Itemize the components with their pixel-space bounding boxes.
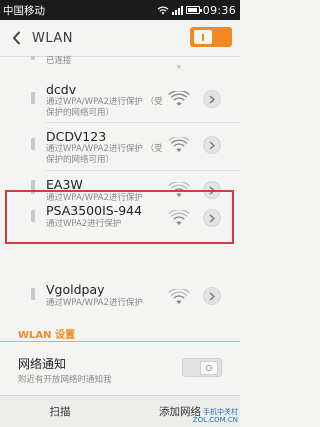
network-status: 通过WPA/WPA2进行保护 （受保护的网络可用） — [46, 144, 163, 165]
chevron-right-icon — [209, 94, 215, 104]
network-status: 已连接 — [46, 56, 72, 66]
watermark-line1: 手机中关村 — [203, 408, 238, 416]
watermark-logo: 手机中关村 ZOL.COM.CN — [193, 408, 238, 424]
network-bullet — [31, 210, 35, 222]
network-bullet — [31, 180, 35, 194]
wifi-signal-icon — [168, 289, 190, 304]
network-status: 通过WPA2进行保护 — [46, 219, 122, 229]
page-title: WLAN — [32, 30, 74, 46]
wifi-signal-icon — [176, 65, 182, 69]
status-bar: 中国移动 09:36 — [0, 0, 240, 20]
chevron-right-icon — [209, 291, 215, 301]
network-details-button[interactable] — [203, 90, 221, 108]
network-name: Vgoldpay — [46, 282, 105, 297]
network-name: EA3W — [46, 177, 83, 192]
status-icons: 09:36 — [157, 4, 236, 17]
toggle-knob — [200, 360, 218, 375]
chevron-right-icon — [209, 213, 215, 223]
network-row-dcdv[interactable]: dcdv 通过WPA/WPA2进行保护 （受保护的网络可用） — [0, 78, 240, 118]
network-status: 通过WPA/WPA2进行保护 （受保护的网络可用） — [46, 97, 163, 118]
back-arrow-icon[interactable] — [8, 28, 24, 48]
network-name: PSA3500IS-944 — [46, 203, 143, 218]
scan-button[interactable]: 扫描 — [0, 404, 120, 419]
clock: 09:36 — [202, 3, 236, 17]
section-title-wlan-settings: WLAN 设置 — [18, 330, 75, 341]
network-bullet — [31, 92, 35, 104]
header: WLAN — [0, 20, 240, 56]
row-separator — [46, 122, 240, 123]
network-name: dcdv — [46, 82, 77, 97]
network-row-dcdv123[interactable]: DCDV123 通过WPA/WPA2进行保护 （受保护的网络可用） — [0, 124, 240, 166]
row-separator — [46, 170, 240, 171]
wifi-signal-icon — [168, 137, 190, 152]
network-row-psa3500is-944[interactable]: PSA3500IS-944 通过WPA2进行保护 — [0, 196, 240, 238]
network-row-ea3w[interactable]: EA3W 通过WPA/WPA2进行保护 — [0, 172, 240, 203]
network-bullet — [31, 138, 35, 150]
wlan-toggle[interactable] — [190, 27, 232, 47]
network-notify-description: 附近有开放网络时通知我 — [18, 375, 112, 385]
network-bullet — [31, 288, 35, 300]
network-status: 通过WPA/WPA2进行保护 — [46, 298, 143, 308]
network-details-button[interactable] — [203, 287, 221, 305]
wifi-signal-icon — [168, 91, 190, 106]
network-name: DCDV123 — [46, 129, 107, 144]
network-notify-toggle[interactable] — [182, 358, 222, 377]
cell-signal-icon — [171, 5, 183, 15]
network-row-vgoldpay[interactable]: Vgoldpay 通过WPA/WPA2进行保护 — [0, 276, 240, 316]
carrier-label: 中国移动 — [3, 4, 45, 17]
network-notify-title: 网络通知 — [18, 357, 67, 371]
battery-icon — [185, 6, 202, 14]
network-details-button[interactable] — [203, 136, 221, 154]
watermark-line2: ZOL.COM.CN — [192, 416, 238, 424]
chevron-right-icon — [209, 140, 215, 150]
toggle-knob — [194, 30, 212, 44]
wifi-signal-icon — [168, 210, 190, 225]
wifi-status-icon — [157, 6, 169, 14]
network-details-button[interactable] — [203, 209, 221, 227]
chevron-right-icon — [209, 185, 215, 195]
network-row-connected[interactable]: 已连接 — [0, 56, 240, 76]
section-divider — [0, 341, 240, 342]
